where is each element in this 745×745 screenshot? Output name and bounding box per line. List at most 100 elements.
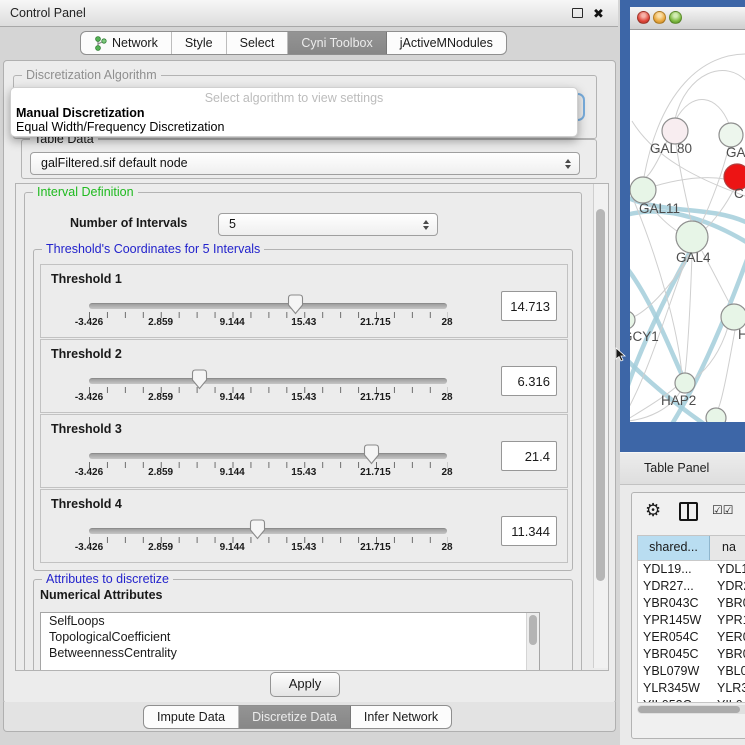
horizontal-scrollbar[interactable]: [637, 705, 745, 714]
table-row[interactable]: YBR045CYBR0: [638, 646, 745, 663]
node-hap2[interactable]: [675, 373, 695, 393]
attribute-list-item[interactable]: SelfLoops: [41, 613, 539, 629]
attributes-listbox[interactable]: SelfLoopsTopologicalCoefficientBetweenne…: [40, 612, 540, 671]
tab-jactivemnodules[interactable]: jActiveMNodules: [387, 32, 506, 54]
slider-thumb[interactable]: [190, 369, 209, 390]
select-columns-checkboxes-icon[interactable]: ☑☑: [712, 503, 734, 517]
table-data-combobox[interactable]: galFiltered.sif default node: [30, 152, 580, 175]
tab-discretize-data[interactable]: Discretize Data: [239, 706, 351, 728]
tab-label: Select: [240, 32, 275, 54]
cell-name: YLR3: [709, 680, 745, 697]
network-canvas[interactable]: GAL80GACGAL11GAL4GCY1HHAP2: [630, 29, 745, 422]
table-data-group: Table Data galFiltered.sif default node: [21, 139, 597, 179]
node-gal11[interactable]: [630, 177, 656, 203]
table-row[interactable]: YLR345WYLR3: [638, 680, 745, 697]
close-traffic-light-icon[interactable]: [637, 11, 650, 24]
slider-thumb[interactable]: [248, 519, 267, 540]
panel-title: Control Panel: [10, 0, 86, 26]
tab-cyni-toolbox[interactable]: Cyni Toolbox: [288, 32, 386, 54]
num-intervals-combobox[interactable]: 5: [218, 213, 438, 236]
vertical-scrollbar[interactable]: [593, 184, 608, 668]
threshold-value-field[interactable]: 21.4: [501, 441, 557, 471]
tick-label: -3.426: [75, 542, 103, 553]
control-panel-titlebar: Control Panel ✖: [0, 0, 618, 27]
interval-definition-group: Interval Definition Number of Intervals …: [24, 192, 582, 671]
split-columns-icon[interactable]: [679, 502, 698, 521]
threshold-label: Threshold 4: [51, 497, 122, 511]
network-edge[interactable]: [685, 253, 692, 373]
tab-infer-network[interactable]: Infer Network: [351, 706, 451, 728]
minimize-traffic-light-icon[interactable]: [653, 11, 666, 24]
table-row[interactable]: YDR27...YDR2: [638, 578, 745, 595]
cell-name: YBL0: [709, 663, 745, 680]
node-gal80-label: GAL80: [650, 141, 692, 156]
tick-label: 15.43: [291, 542, 316, 553]
slider-track[interactable]: [89, 303, 447, 309]
cell-name: YBR0: [709, 646, 745, 663]
tick-label: 9.144: [220, 392, 245, 403]
tab-label: jActiveMNodules: [400, 32, 493, 54]
table-header-row: shared... na: [638, 536, 745, 561]
table-panel-header: Table Panel: [620, 452, 745, 485]
table-row[interactable]: YDL19...YDL1: [638, 561, 745, 578]
table-row[interactable]: YER054CYER0: [638, 629, 745, 646]
node-gcy1[interactable]: [630, 311, 635, 329]
tick-label: 2.859: [148, 392, 173, 403]
tick-label: 15.43: [291, 467, 316, 478]
combobox-value: galFiltered.sif default node: [41, 153, 188, 173]
cell-name: YDL1: [709, 561, 745, 578]
tab-style[interactable]: Style: [172, 32, 227, 54]
attribute-list-item[interactable]: BetweennessCentrality: [41, 645, 539, 661]
zoom-traffic-light-icon[interactable]: [669, 11, 682, 24]
node-edge[interactable]: [706, 408, 726, 422]
list-scrollbar[interactable]: [526, 613, 539, 671]
table-row[interactable]: YBR043CYBR0: [638, 595, 745, 612]
tick-label: 15.43: [291, 317, 316, 328]
cell-shared-name: YBR045C: [638, 646, 709, 663]
tab-label: Cyni Toolbox: [301, 32, 372, 54]
tick-label: 21.715: [360, 542, 391, 553]
close-icon[interactable]: ✖: [593, 7, 606, 20]
node-ga[interactable]: [719, 123, 743, 147]
float-window-icon[interactable]: [571, 7, 584, 20]
tab-select[interactable]: Select: [227, 32, 289, 54]
table-row[interactable]: YIL052CYIL0: [638, 697, 745, 703]
attribute-list-item[interactable]: TopologicalCoefficient: [41, 629, 539, 645]
tab-impute-data[interactable]: Impute Data: [144, 706, 239, 728]
slider-thumb[interactable]: [362, 444, 381, 465]
node-gal4-label: GAL4: [676, 250, 711, 265]
slider-track[interactable]: [89, 378, 447, 384]
threshold-value-field[interactable]: 11.344: [501, 516, 557, 546]
column-header-shared-name[interactable]: shared...: [638, 536, 710, 560]
network-edge[interactable]: [675, 71, 745, 119]
apply-button[interactable]: Apply: [270, 672, 340, 697]
column-header-name[interactable]: na: [710, 536, 745, 560]
dropdown-option-equal-width[interactable]: Equal Width/Frequency Discretization: [16, 120, 224, 134]
tab-network[interactable]: Network: [81, 32, 172, 54]
threshold-value-field[interactable]: 6.316: [501, 366, 557, 396]
network-edge[interactable]: [655, 178, 725, 186]
top-tab-strip: Network Style Select Cyni Toolbox jActiveMNo…: [80, 31, 507, 55]
table-panel-title: Table Panel: [644, 453, 709, 484]
threshold-panel-2: Threshold 2-3.4262.8599.14415.4321.71528…: [40, 339, 568, 413]
slider-track[interactable]: [89, 528, 447, 534]
threshold-panel-3: Threshold 3-3.4262.8599.14415.4321.71528…: [40, 414, 568, 488]
bottom-tab-strip: Impute Data Discretize Data Infer Network: [143, 705, 452, 729]
table-row[interactable]: YPR145WYPR1: [638, 612, 745, 629]
dropdown-option-manual[interactable]: Manual Discretization: [16, 106, 145, 120]
slider-thumb[interactable]: [286, 294, 305, 315]
slider-track[interactable]: [89, 453, 447, 459]
gear-icon[interactable]: ⚙: [645, 500, 661, 521]
tick-label: 2.859: [148, 467, 173, 478]
algorithm-dropdown-popup: Select algorithm to view settings Manual…: [10, 87, 578, 137]
group-title: Attributes to discretize: [42, 572, 173, 586]
node-gal4[interactable]: [676, 221, 708, 253]
cell-shared-name: YDL19...: [638, 561, 709, 578]
tab-label: Discretize Data: [252, 706, 337, 728]
tick-label: -3.426: [75, 392, 103, 403]
threshold-value-field[interactable]: 14.713: [501, 291, 557, 321]
table-row[interactable]: YBL079WYBL0: [638, 663, 745, 680]
node-table-widget: ⚙ ☑☑ shared... na YDL19...YDL1YDR27...YD…: [631, 492, 745, 739]
tab-label: Network: [112, 32, 158, 54]
network-edge[interactable]: [718, 330, 735, 409]
